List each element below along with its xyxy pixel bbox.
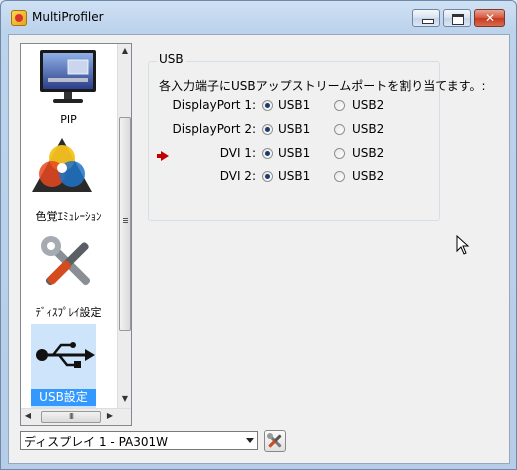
usb2-radio[interactable] <box>334 148 345 159</box>
usb2-radio[interactable] <box>334 124 345 135</box>
app-icon <box>11 10 27 26</box>
sidebar-item-pip[interactable]: PIP <box>21 44 116 132</box>
monitor-icon <box>40 50 96 103</box>
display-tools-button[interactable] <box>264 430 286 452</box>
usb2-label[interactable]: USB2 <box>352 98 384 112</box>
row-label: DVI 1: <box>219 146 256 160</box>
scroll-thumb[interactable]: III <box>41 411 101 423</box>
usb2-label[interactable]: USB2 <box>352 122 384 136</box>
scroll-thumb[interactable] <box>119 117 131 331</box>
usb1-radio[interactable] <box>262 100 273 111</box>
color-wheel-icon <box>32 138 92 192</box>
usb1-label[interactable]: USB1 <box>278 146 310 160</box>
sidebar: PIP 色覚ｴﾐｭﾚｰｼｮﾝ ﾃﾞｨｽﾌﾟﾚｲ設定 USB設定 ▲ ▼ ◀ II… <box>20 43 132 426</box>
sidebar-item-display-settings[interactable]: ﾃﾞｨｽﾌﾟﾚｲ設定 <box>21 228 116 320</box>
tools-icon <box>41 236 91 286</box>
display-select-value: ディスプレイ 1 - PA301W <box>24 435 169 449</box>
usb-row-dvi-1: DVI 1: USB1 USB2 <box>149 146 439 162</box>
sidebar-vertical-scrollbar[interactable]: ▲ ▼ <box>117 44 131 408</box>
usb1-radio[interactable] <box>262 171 273 182</box>
chevron-down-icon[interactable] <box>246 438 254 443</box>
app-window: MultiProfiler ✕ PIP 色覚ｴﾐｭﾚｰｼｮﾝ ﾃﾞｨｽﾌﾟﾚｲ設… <box>0 0 517 470</box>
close-icon: ✕ <box>485 11 496 25</box>
scroll-down-icon[interactable]: ▼ <box>118 392 131 406</box>
maximize-button[interactable] <box>443 9 471 27</box>
close-button[interactable]: ✕ <box>474 9 505 27</box>
usb2-radio[interactable] <box>334 100 345 111</box>
usb1-label[interactable]: USB1 <box>278 98 310 112</box>
group-title: USB <box>157 52 186 66</box>
scroll-left-icon[interactable]: ◀ <box>21 411 35 420</box>
usb-row-displayport-1: DisplayPort 1: USB1 USB2 <box>149 98 439 114</box>
usb-description: 各入力端子にUSBアップストリームポートを割り当てます。: <box>159 79 486 93</box>
display-select[interactable]: ディスプレイ 1 - PA301W <box>20 431 258 450</box>
usb-row-dvi-2: DVI 2: USB1 USB2 <box>149 169 439 185</box>
usb2-label[interactable]: USB2 <box>352 169 384 183</box>
usb1-label[interactable]: USB1 <box>278 122 310 136</box>
title-bar[interactable]: MultiProfiler ✕ <box>1 1 516 35</box>
usb-icon <box>36 342 95 368</box>
minimize-button[interactable] <box>412 9 440 27</box>
sidebar-item-label: ﾃﾞｨｽﾌﾟﾚｲ設定 <box>35 306 102 319</box>
window-title: MultiProfiler <box>32 10 104 24</box>
sidebar-item-label: PIP <box>60 113 77 126</box>
scroll-up-icon[interactable]: ▲ <box>118 44 131 58</box>
tools-icon <box>267 433 282 448</box>
sidebar-item-color-emulation[interactable]: 色覚ｴﾐｭﾚｰｼｮﾝ <box>21 134 116 226</box>
sidebar-item-label: USB設定 <box>31 389 96 406</box>
scroll-right-icon[interactable]: ▶ <box>103 411 117 420</box>
usb2-label[interactable]: USB2 <box>352 146 384 160</box>
row-label: DVI 2: <box>219 169 256 183</box>
usb-row-displayport-2: DisplayPort 2: USB1 USB2 <box>149 122 439 138</box>
usb2-radio[interactable] <box>334 171 345 182</box>
maximize-icon <box>452 14 464 25</box>
minimize-icon <box>422 19 434 24</box>
usb1-radio[interactable] <box>262 148 273 159</box>
row-label: DisplayPort 2: <box>172 122 256 136</box>
usb1-label[interactable]: USB1 <box>278 169 310 183</box>
sidebar-horizontal-scrollbar[interactable]: ◀ III ▶ <box>21 408 131 425</box>
client-area: PIP 色覚ｴﾐｭﾚｰｼｮﾝ ﾃﾞｨｽﾌﾟﾚｲ設定 USB設定 ▲ ▼ ◀ II… <box>8 34 510 464</box>
usb1-radio[interactable] <box>262 124 273 135</box>
sidebar-item-label: 色覚ｴﾐｭﾚｰｼｮﾝ <box>35 210 102 223</box>
mouse-cursor-icon <box>456 235 470 255</box>
row-label: DisplayPort 1: <box>172 98 256 112</box>
